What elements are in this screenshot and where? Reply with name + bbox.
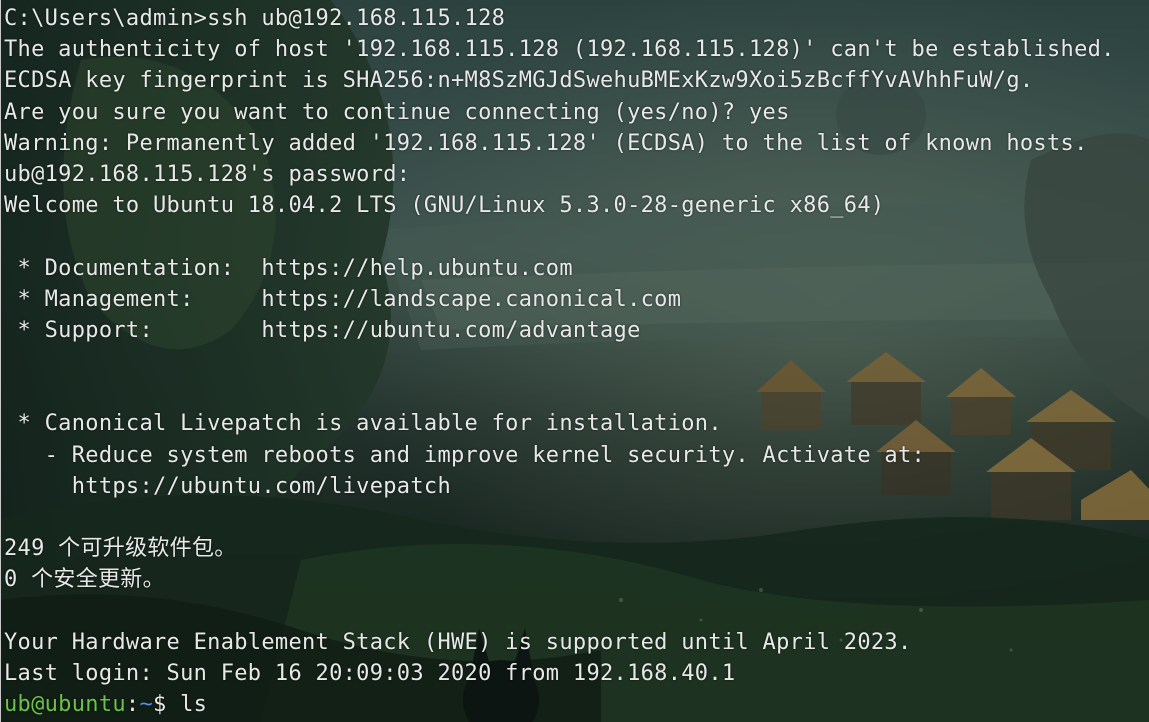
terminal-line: * Documentation: https://help.ubuntu.com	[4, 255, 573, 281]
terminal-line: - Reduce system reboots and improve kern…	[4, 442, 926, 468]
terminal-line: The authenticity of host '192.168.115.12…	[4, 37, 1115, 63]
terminal-output: C:\Users\admin>ssh ub@192.168.115.128 Th…	[4, 3, 1115, 720]
terminal-line: https://ubuntu.com/livepatch	[4, 473, 451, 499]
prompt-symbol: $	[153, 692, 181, 718]
terminal-line: 249 个可升级软件包。	[4, 536, 237, 562]
terminal-line: * Support: https://ubuntu.com/advantage	[4, 317, 641, 343]
terminal-line: * Canonical Livepatch is available for i…	[4, 411, 722, 437]
terminal-line: Your Hardware Enablement Stack (HWE) is …	[4, 629, 912, 655]
terminal-line: Last login: Sun Feb 16 20:09:03 2020 fro…	[4, 660, 736, 686]
terminal-line: C:\Users\admin>ssh ub@192.168.115.128	[4, 6, 506, 31]
terminal-line: Welcome to Ubuntu 18.04.2 LTS (GNU/Linux…	[4, 193, 885, 219]
prompt-separator: :	[125, 692, 140, 718]
terminal-window[interactable]: C:\Users\admin>ssh ub@192.168.115.128 Th…	[0, 0, 1149, 722]
terminal-line: Warning: Permanently added '192.168.115.…	[4, 130, 1088, 156]
terminal-line: * Management: https://landscape.canonica…	[4, 286, 682, 312]
terminal-line: 0 个安全更新。	[4, 567, 165, 593]
prompt-user-host: ub@ubuntu	[4, 692, 126, 718]
terminal-line: Are you sure you want to continue connec…	[4, 99, 790, 125]
prompt-command-input[interactable]: ls	[180, 692, 207, 717]
terminal-line: ub@192.168.115.128's password:	[4, 161, 411, 187]
terminal-line: ECDSA key fingerprint is SHA256:n+M8SzMG…	[4, 68, 1034, 94]
terminal-prompt-line[interactable]: ub@ubuntu:~$ ls	[4, 689, 1115, 720]
prompt-path: ~	[139, 692, 153, 718]
